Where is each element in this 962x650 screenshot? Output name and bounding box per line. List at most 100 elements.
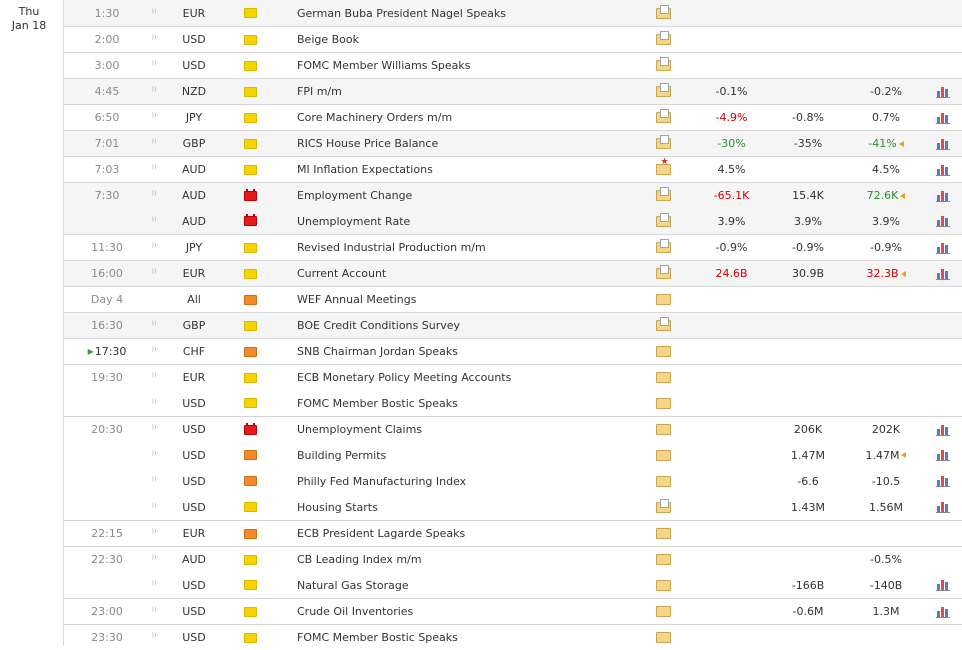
event-title[interactable]: BOE Credit Conditions Survey xyxy=(297,313,647,338)
sound-alert-icon[interactable]: ⁾⁾ xyxy=(150,599,158,624)
chart-button[interactable] xyxy=(935,521,951,546)
chart-button[interactable] xyxy=(935,131,951,156)
chart-button[interactable] xyxy=(935,313,951,338)
event-title[interactable]: WEF Annual Meetings xyxy=(297,287,647,312)
detail-folder[interactable] xyxy=(655,339,671,364)
impact-indicator[interactable] xyxy=(243,0,257,26)
detail-folder[interactable] xyxy=(655,105,671,130)
detail-folder[interactable] xyxy=(655,599,671,624)
event-row[interactable]: ⁾⁾ AUD Unemployment Rate 3.9% 3.9% 3.9% xyxy=(64,208,962,234)
sound-alert-icon[interactable]: ⁾⁾ xyxy=(150,235,158,260)
detail-folder[interactable] xyxy=(655,157,671,182)
chart-button[interactable] xyxy=(935,365,951,390)
event-row[interactable]: ⁾⁾ USD Philly Fed Manufacturing Index -6.6 -… xyxy=(64,468,962,494)
chart-button[interactable] xyxy=(935,157,951,182)
event-title[interactable]: SNB Chairman Jordan Speaks xyxy=(297,339,647,364)
chart-button[interactable] xyxy=(935,442,951,468)
chart-button[interactable] xyxy=(935,625,951,650)
detail-folder[interactable] xyxy=(655,313,671,338)
sound-alert-icon[interactable]: ⁾⁾ xyxy=(150,313,158,338)
detail-folder[interactable] xyxy=(655,79,671,104)
event-title[interactable]: MI Inflation Expectations xyxy=(297,157,647,182)
event-title[interactable]: German Buba President Nagel Speaks xyxy=(297,0,647,26)
sound-alert-icon[interactable]: ⁾⁾ xyxy=(150,625,158,650)
event-row[interactable]: ▶ 17:30 ⁾⁾ CHF SNB Chairman Jordan Speaks xyxy=(64,338,962,364)
sound-alert-icon[interactable]: ⁾⁾ xyxy=(150,79,158,104)
event-row[interactable]: 22:30 ⁾⁾ AUD CB Leading Index m/m -0.5% xyxy=(64,546,962,572)
chart-button[interactable] xyxy=(935,390,951,416)
event-row[interactable]: ⁾⁾ USD Natural Gas Storage -166B -140B xyxy=(64,572,962,598)
chart-button[interactable] xyxy=(935,79,951,104)
chart-button[interactable] xyxy=(935,105,951,130)
chart-button[interactable] xyxy=(935,27,951,52)
event-title[interactable]: FOMC Member Bostic Speaks xyxy=(297,390,647,416)
event-row[interactable]: 19:30 ⁾⁾ EUR ECB Monetary Policy Meeting Ac… xyxy=(64,364,962,390)
sound-alert-icon[interactable]: ⁾⁾ xyxy=(150,0,158,26)
sound-alert-icon[interactable]: ⁾⁾ xyxy=(150,547,158,572)
sound-alert-icon[interactable]: ⁾⁾ xyxy=(150,131,158,156)
sound-alert-icon[interactable]: ⁾⁾ xyxy=(150,183,158,208)
event-row[interactable]: 22:15 ⁾⁾ EUR ECB President Lagarde Speaks xyxy=(64,520,962,546)
event-title[interactable]: Philly Fed Manufacturing Index xyxy=(297,468,647,494)
impact-indicator[interactable] xyxy=(243,27,257,52)
chart-button[interactable] xyxy=(935,235,951,260)
detail-folder[interactable] xyxy=(655,208,671,234)
impact-indicator[interactable] xyxy=(243,105,257,130)
sound-alert-icon[interactable]: ⁾⁾ xyxy=(150,208,158,234)
impact-indicator[interactable] xyxy=(243,390,257,416)
event-title[interactable]: Revised Industrial Production m/m xyxy=(297,235,647,260)
impact-indicator[interactable] xyxy=(243,157,257,182)
event-title[interactable]: Unemployment Rate xyxy=(297,208,647,234)
event-title[interactable]: FOMC Member Williams Speaks xyxy=(297,53,647,78)
event-title[interactable]: Housing Starts xyxy=(297,494,647,520)
event-row[interactable]: 11:30 ⁾⁾ JPY Revised Industrial Production … xyxy=(64,234,962,260)
impact-indicator[interactable] xyxy=(243,208,257,234)
event-title[interactable]: CB Leading Index m/m xyxy=(297,547,647,572)
impact-indicator[interactable] xyxy=(243,53,257,78)
detail-folder[interactable] xyxy=(655,183,671,208)
sound-alert-icon[interactable]: ⁾⁾ xyxy=(150,468,158,494)
event-title[interactable]: Crude Oil Inventories xyxy=(297,599,647,624)
event-row[interactable]: ⁾⁾ USD Housing Starts 1.43M 1.56M xyxy=(64,494,962,520)
impact-indicator[interactable] xyxy=(243,365,257,390)
detail-folder[interactable] xyxy=(655,27,671,52)
chart-button[interactable] xyxy=(935,572,951,598)
detail-folder[interactable] xyxy=(655,287,671,312)
event-title[interactable]: ECB Monetary Policy Meeting Accounts xyxy=(297,365,647,390)
event-row[interactable]: 23:00 ⁾⁾ USD Crude Oil Inventories -0.6M 1.3M xyxy=(64,598,962,624)
sound-alert-icon[interactable]: ⁾⁾ xyxy=(150,390,158,416)
event-title[interactable]: Employment Change xyxy=(297,183,647,208)
sound-alert-icon[interactable]: ⁾⁾ xyxy=(150,53,158,78)
event-row[interactable]: 3:00 ⁾⁾ USD FOMC Member Williams Speaks xyxy=(64,52,962,78)
detail-folder[interactable] xyxy=(655,261,671,286)
impact-indicator[interactable] xyxy=(243,625,257,650)
event-row[interactable]: 6:50 ⁾⁾ JPY Core Machinery Orders m/m -4.9% -… xyxy=(64,104,962,130)
sound-alert-icon[interactable]: ⁾⁾ xyxy=(150,494,158,520)
impact-indicator[interactable] xyxy=(243,235,257,260)
event-row[interactable]: 2:00 ⁾⁾ USD Beige Book xyxy=(64,26,962,52)
revised-arrow-icon[interactable] xyxy=(901,452,907,458)
event-row[interactable]: Day 4 All WEF Annual Meetings xyxy=(64,286,962,312)
revised-arrow-icon[interactable] xyxy=(900,192,906,199)
event-row[interactable]: ⁾⁾ USD Building Permits 1.47M 1.47M xyxy=(64,442,962,468)
chart-button[interactable] xyxy=(935,53,951,78)
detail-folder[interactable] xyxy=(655,468,671,494)
sound-alert-icon[interactable]: ⁾⁾ xyxy=(150,105,158,130)
event-title[interactable]: RICS House Price Balance xyxy=(297,131,647,156)
detail-folder[interactable] xyxy=(655,131,671,156)
detail-folder[interactable] xyxy=(655,0,671,26)
event-row[interactable]: 7:03 ⁾⁾ AUD MI Inflation Expectations 4.5% 4.… xyxy=(64,156,962,182)
sound-alert-icon[interactable]: ⁾⁾ xyxy=(150,365,158,390)
chart-button[interactable] xyxy=(935,0,951,26)
chart-button[interactable] xyxy=(935,468,951,494)
impact-indicator[interactable] xyxy=(243,442,257,468)
impact-indicator[interactable] xyxy=(243,547,257,572)
detail-folder[interactable] xyxy=(655,53,671,78)
event-title[interactable]: Building Permits xyxy=(297,442,647,468)
sound-alert-icon[interactable]: ⁾⁾ xyxy=(150,572,158,598)
chart-button[interactable] xyxy=(935,494,951,520)
sound-alert-icon[interactable] xyxy=(150,287,158,312)
chart-button[interactable] xyxy=(935,417,951,442)
event-row[interactable]: 16:00 ⁾⁾ EUR Current Account 24.6B 30.9B 32.3B xyxy=(64,260,962,286)
impact-indicator[interactable] xyxy=(243,339,257,364)
